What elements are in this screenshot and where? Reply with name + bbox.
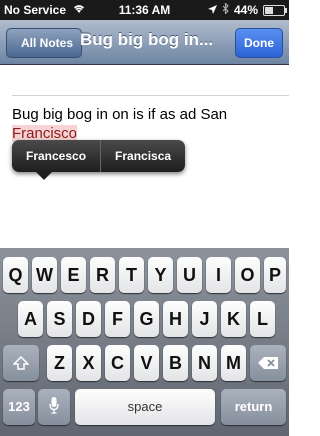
- key-d[interactable]: D: [76, 301, 101, 337]
- status-bar: No Service 11:36 AM 44%: [0, 0, 289, 20]
- key-n[interactable]: N: [192, 345, 217, 381]
- suggestion-francisca[interactable]: Francisca: [101, 140, 185, 172]
- note-text[interactable]: Bug big bog in on is if as ad San Franci…: [12, 105, 282, 143]
- suggestion-francesco[interactable]: Francesco: [12, 140, 100, 172]
- page-title: Bug big bog in...: [80, 30, 214, 49]
- key-g[interactable]: G: [134, 301, 159, 337]
- return-key[interactable]: return: [221, 389, 286, 425]
- key-p[interactable]: P: [264, 257, 286, 293]
- shift-key[interactable]: [3, 345, 39, 381]
- key-t[interactable]: T: [119, 257, 144, 293]
- battery-icon: [263, 4, 287, 16]
- dictation-key[interactable]: [38, 389, 70, 425]
- key-w[interactable]: W: [32, 257, 57, 293]
- done-button[interactable]: Done: [235, 28, 283, 58]
- keyboard: Q W E R T Y U I O P A S D F G H J K L Z …: [0, 248, 289, 436]
- note-editor[interactable]: Bug big bog in on is if as ad San Franci…: [0, 65, 289, 248]
- key-o[interactable]: O: [235, 257, 260, 293]
- key-q[interactable]: Q: [3, 257, 28, 293]
- key-h[interactable]: H: [163, 301, 188, 337]
- backspace-icon: [257, 346, 279, 382]
- key-m[interactable]: M: [221, 345, 246, 381]
- numbers-key[interactable]: 123: [3, 389, 35, 425]
- key-a[interactable]: A: [18, 301, 43, 337]
- battery-percent: 44%: [233, 3, 258, 17]
- key-c[interactable]: C: [105, 345, 130, 381]
- key-z[interactable]: Z: [47, 345, 72, 381]
- note-text-plain: Bug big bog in on is if as ad San: [12, 106, 228, 123]
- key-e[interactable]: E: [61, 257, 86, 293]
- key-y[interactable]: Y: [148, 257, 173, 293]
- key-s[interactable]: S: [47, 301, 72, 337]
- bluetooth-icon: [222, 2, 229, 17]
- key-v[interactable]: V: [134, 345, 159, 381]
- key-i[interactable]: I: [206, 257, 231, 293]
- space-key[interactable]: space: [75, 389, 215, 425]
- key-k[interactable]: K: [221, 301, 246, 337]
- shift-arrow-icon: [12, 346, 30, 382]
- key-l[interactable]: L: [250, 301, 275, 337]
- spelling-suggestions-popup: Francesco Francisca: [12, 140, 186, 180]
- all-notes-back-button[interactable]: All Notes: [6, 28, 83, 58]
- key-r[interactable]: R: [90, 257, 115, 293]
- microphone-icon: [49, 390, 59, 426]
- delete-key[interactable]: [250, 345, 286, 381]
- location-arrow-icon: [207, 3, 217, 17]
- popup-pointer: [36, 172, 52, 180]
- key-u[interactable]: U: [177, 257, 202, 293]
- key-f[interactable]: F: [105, 301, 130, 337]
- key-b[interactable]: B: [163, 345, 188, 381]
- navigation-bar: All Notes Bug big bog in... Done: [0, 20, 289, 65]
- key-j[interactable]: J: [192, 301, 217, 337]
- note-ruled-line: [12, 95, 289, 96]
- key-x[interactable]: X: [76, 345, 101, 381]
